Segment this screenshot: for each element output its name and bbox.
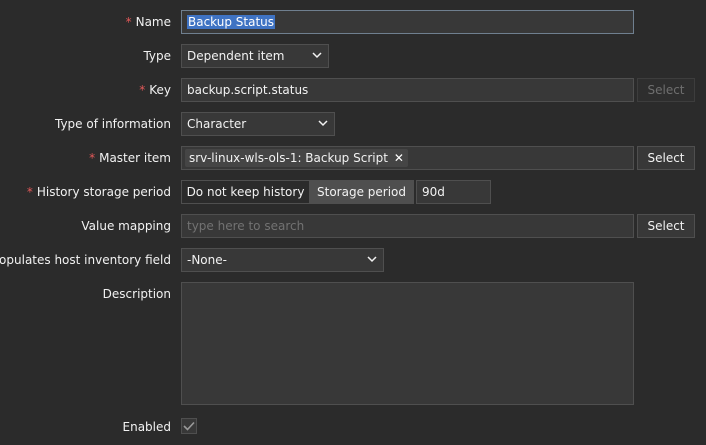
type-of-information-value: Character (187, 117, 247, 131)
inventory-select-value: -None- (187, 253, 227, 267)
key-input-value: backup.script.status (187, 83, 309, 97)
history-option-do-not-keep[interactable]: Do not keep history (181, 180, 310, 204)
required-marker: * (89, 151, 96, 165)
required-marker: * (125, 15, 132, 29)
name-input-value: Backup Status (187, 15, 276, 29)
value-mapping-label: Value mapping (81, 219, 171, 233)
value-mapping-select-button[interactable]: Select (637, 214, 695, 238)
history-storage-period-label-text: History storage period (36, 185, 171, 199)
master-item-label-text: Master item (99, 151, 171, 165)
key-input[interactable]: backup.script.status (181, 78, 634, 102)
history-period-value: 90d (422, 185, 445, 199)
history-storage-period-label: * History storage period (27, 185, 171, 199)
master-item-tag-text: srv-linux-wls-ols-1: Backup Script (189, 151, 388, 165)
master-item-tag: srv-linux-wls-ols-1: Backup Script ✕ (185, 149, 408, 167)
description-textarea[interactable] (181, 282, 634, 405)
history-period-input[interactable]: 90d (416, 180, 491, 204)
check-icon (183, 421, 195, 431)
key-label: * Key (139, 83, 171, 97)
chevron-down-icon (318, 120, 328, 127)
type-select-value: Dependent item (187, 49, 285, 63)
master-item-label: * Master item (89, 151, 171, 165)
enabled-label: Enabled (122, 420, 172, 434)
enabled-checkbox[interactable] (181, 418, 197, 434)
name-label: * Name (126, 15, 171, 29)
type-of-information-select[interactable]: Character (181, 112, 335, 136)
type-label: Type (143, 49, 171, 63)
name-label-text: Name (135, 15, 171, 29)
type-of-information-label: Type of information (54, 117, 171, 131)
key-select-button[interactable]: Select (637, 78, 695, 102)
value-mapping-placeholder: type here to search (187, 219, 305, 233)
history-option-storage-period[interactable]: Storage period (309, 180, 414, 204)
name-input[interactable]: Backup Status (181, 10, 634, 34)
master-item-multiselect[interactable]: srv-linux-wls-ols-1: Backup Script ✕ (181, 146, 634, 170)
type-select[interactable]: Dependent item (181, 44, 329, 68)
required-marker: * (26, 185, 33, 199)
master-item-select-button[interactable]: Select (637, 146, 695, 170)
chevron-down-icon (312, 52, 322, 59)
inventory-select[interactable]: -None- (181, 248, 384, 272)
inventory-label: Populates host inventory field (0, 253, 171, 267)
description-label: Description (102, 287, 171, 301)
close-icon[interactable]: ✕ (394, 150, 404, 166)
chevron-down-icon (367, 256, 377, 263)
required-marker: * (139, 83, 146, 97)
key-label-text: Key (149, 83, 171, 97)
value-mapping-input[interactable]: type here to search (181, 214, 634, 238)
